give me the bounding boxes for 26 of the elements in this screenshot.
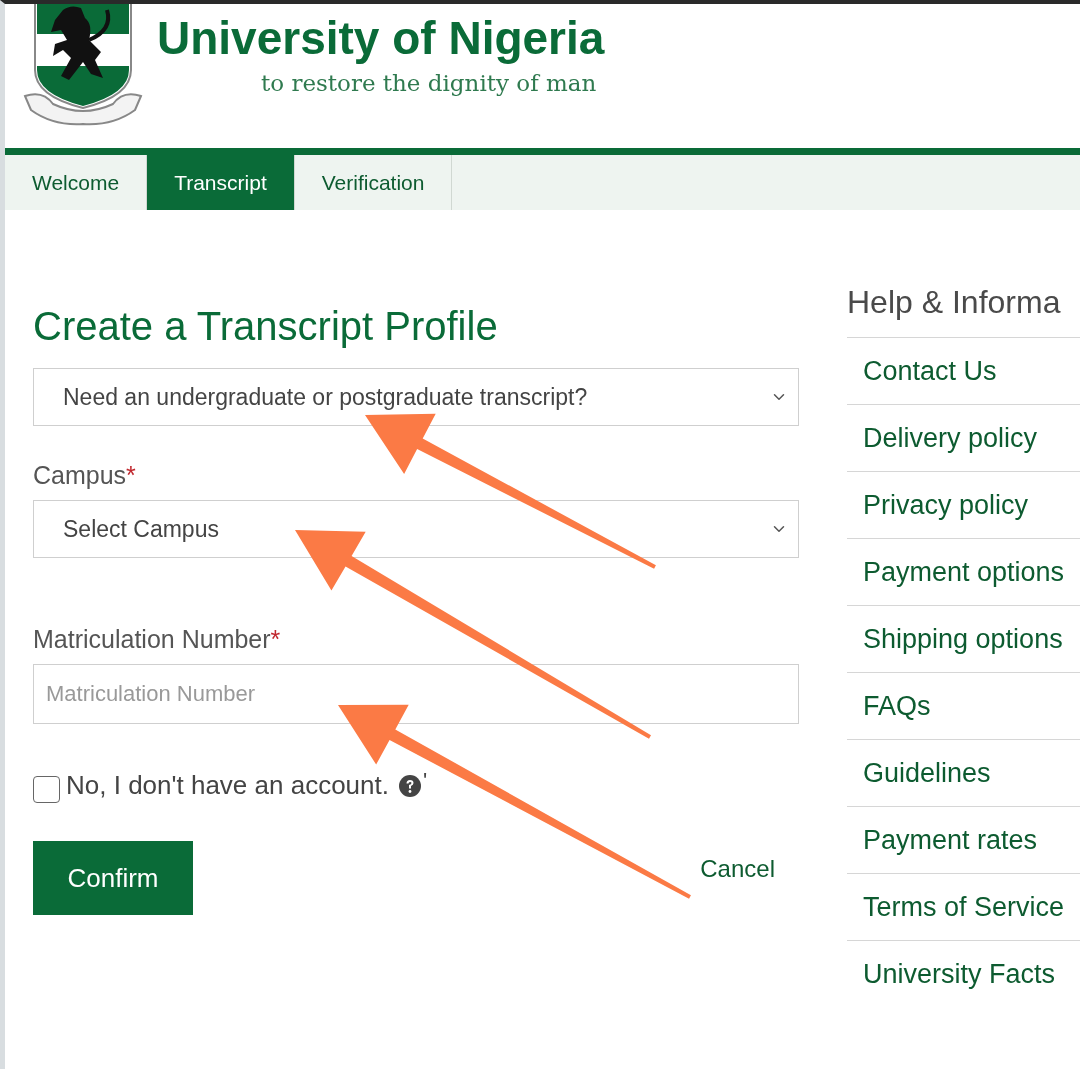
sidebar-link[interactable]: Payment rates	[847, 806, 1080, 873]
sidebar-link[interactable]: Delivery policy	[847, 404, 1080, 471]
site-title: University of Nigeria	[157, 11, 605, 66]
transcript-type-select[interactable]: Need an undergraduate or postgraduate transcript?	[33, 368, 799, 426]
confirm-button[interactable]: Confirm	[33, 841, 193, 915]
sidebar-heading: Help & Informa	[847, 283, 1062, 322]
site-motto: to restore the dignity of man	[261, 69, 598, 98]
sidebar-link[interactable]: Terms of Service	[847, 873, 1080, 940]
sidebar-link[interactable]: Shipping options	[847, 605, 1080, 672]
sidebar-link[interactable]: Payment options	[847, 538, 1080, 605]
form-title: Create a Transcript Profile	[33, 303, 499, 350]
field-label: Campus*	[33, 460, 137, 490]
stray-mark: '	[422, 768, 428, 794]
checkbox-label: No, I don't have an account.	[66, 770, 389, 801]
sidebar-link[interactable]: Guidelines	[847, 739, 1080, 806]
help-icon	[398, 774, 421, 797]
matriculation-input[interactable]: Matriculation Number	[33, 664, 799, 724]
nav-tab[interactable]: Transcript	[147, 155, 295, 210]
checkbox[interactable]	[33, 776, 60, 803]
cancel-link[interactable]: Cancel	[700, 855, 775, 883]
sidebar-link[interactable]: University Facts	[847, 940, 1080, 1007]
sidebar-link[interactable]: Privacy policy	[847, 471, 1080, 538]
campus-select[interactable]: Select Campus	[33, 500, 799, 558]
sidebar-link[interactable]: FAQs	[847, 672, 1080, 739]
field-label: Matriculation Number*	[33, 624, 282, 654]
sidebar-link[interactable]: Contact Us	[847, 337, 1080, 404]
